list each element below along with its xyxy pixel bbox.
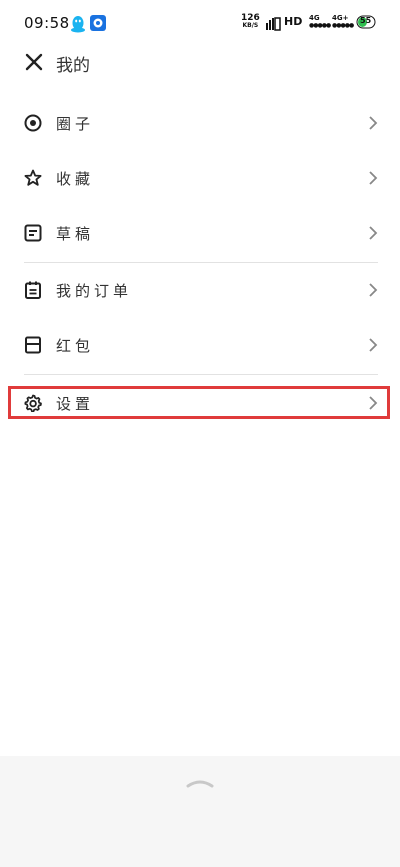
battery-level: 55 [360,16,372,25]
menu-item-label: 红包 [56,337,95,355]
chevron-up-icon[interactable] [186,778,214,788]
signal-sim1: 4G ●●●●● [309,14,331,32]
envelope-icon [25,336,41,354]
menu-item-red-packet[interactable]: 红包 [0,317,400,373]
settings-highlight-box [8,386,390,419]
status-time: 09:58 [24,14,70,32]
menu-item-circle[interactable]: 圈子 [0,95,400,151]
chevron-right-icon [369,283,378,297]
chevron-right-icon [369,226,378,240]
chevron-right-icon [369,116,378,130]
page-title: 我的 [56,56,90,76]
sim2-label: 4G+ [332,14,349,22]
close-icon[interactable] [24,52,44,72]
speed-value: 126 [241,13,260,23]
sim1-label: 4G [309,14,320,22]
menu-item-label: 我的订单 [56,282,133,300]
speed-unit: KB/S [242,22,259,29]
battery-indicator: 55 [356,15,376,29]
signal-dots-icon: ●●●●● [332,22,354,29]
signal-dots-icon: ●●●●● [309,22,331,29]
menu-item-favorites[interactable]: 收藏 [0,150,400,206]
chevron-right-icon [369,338,378,352]
circle-icon [24,114,42,132]
menu-item-orders[interactable]: 我的订单 [0,262,400,318]
network-speed: 126 KB/S [241,14,260,30]
star-icon [24,169,42,186]
menu-item-drafts[interactable]: 草稿 [0,205,400,261]
chevron-right-icon [369,171,378,185]
header: 我的 [0,48,400,76]
bottom-gesture-area[interactable] [0,756,400,867]
order-icon [25,281,41,299]
signal-sim2: 4G+ ●●●●● [332,14,354,32]
status-bar: 09:58 126 KB/S HD 4G ●●●●● 4G+ ●●●●● 55 [0,0,400,48]
menu-item-label: 草稿 [56,225,95,243]
draft-icon [24,224,42,242]
volte-icon [266,17,281,31]
qq-icon [71,16,85,33]
message-app-icon [90,15,106,31]
menu-item-label: 圈子 [56,115,95,133]
menu-item-label: 收藏 [56,170,95,188]
hd-label: HD [284,15,303,28]
